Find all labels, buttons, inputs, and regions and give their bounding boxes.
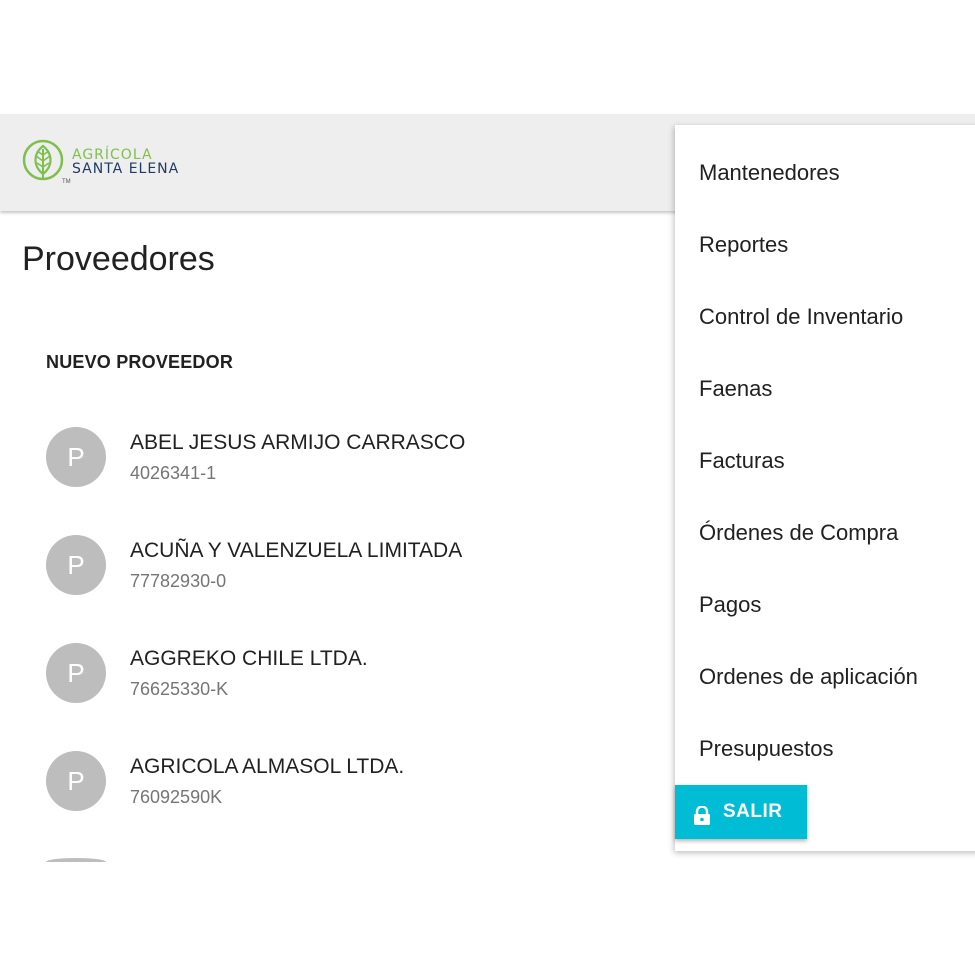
avatar-partial — [46, 858, 106, 862]
supplier-name: AGRICOLA ALMASOL LTDA. — [130, 755, 405, 778]
supplier-rut: 76092590K — [130, 787, 223, 807]
supplier-rut: 76625330-K — [130, 679, 229, 699]
supplier-name: ACUÑA Y VALENZUELA LIMITADA — [130, 539, 463, 562]
menu-item-faenas[interactable]: Faenas — [699, 376, 772, 402]
supplier-name: ABEL JESUS ARMIJO CARRASCO — [130, 431, 466, 454]
menu-item-control-inventario[interactable]: Control de Inventario — [699, 304, 903, 330]
logo-text-line2: SANTA ELENA — [72, 161, 180, 177]
lock-icon — [694, 806, 710, 825]
page-title: Proveedores — [22, 240, 215, 278]
avatar: P — [46, 427, 106, 487]
supplier-name: AGGREKO CHILE LTDA. — [130, 647, 368, 670]
menu-item-ordenes-aplicacion[interactable]: Ordenes de aplicación — [699, 664, 918, 690]
logo-trademark: TM — [62, 179, 71, 185]
supplier-rut: 77782930-0 — [130, 571, 227, 591]
navigation-drawer: Mantenedores Reportes Control de Inventa… — [675, 125, 975, 851]
avatar: P — [46, 535, 106, 595]
avatar: P — [46, 643, 106, 703]
logout-label: SALIR — [723, 801, 783, 822]
list-item[interactable]: P AGRICOLA ALMASOL LTDA. 76092590K — [46, 751, 606, 831]
list-item[interactable]: P AGGREKO CHILE LTDA. 76625330-K — [46, 643, 606, 723]
list-item[interactable]: P ABEL JESUS ARMIJO CARRASCO 4026341-1 — [46, 427, 606, 507]
supplier-rut: 4026341-1 — [130, 463, 217, 483]
logout-button[interactable]: SALIR — [675, 785, 807, 839]
menu-item-mantenedores[interactable]: Mantenedores — [699, 160, 840, 186]
new-supplier-button[interactable]: NUEVO PROVEEDOR — [46, 352, 233, 373]
list-item[interactable]: P ACUÑA Y VALENZUELA LIMITADA 77782930-0 — [46, 535, 606, 615]
menu-item-ordenes-compra[interactable]: Órdenes de Compra — [699, 520, 898, 546]
menu-item-facturas[interactable]: Facturas — [699, 448, 785, 474]
menu-item-pagos[interactable]: Pagos — [699, 592, 761, 618]
menu-item-reportes[interactable]: Reportes — [699, 232, 788, 258]
menu-item-presupuestos[interactable]: Presupuestos — [699, 736, 834, 762]
company-logo[interactable]: TM AGRÍCOLA SANTA ELENA — [22, 139, 202, 189]
avatar: P — [46, 751, 106, 811]
